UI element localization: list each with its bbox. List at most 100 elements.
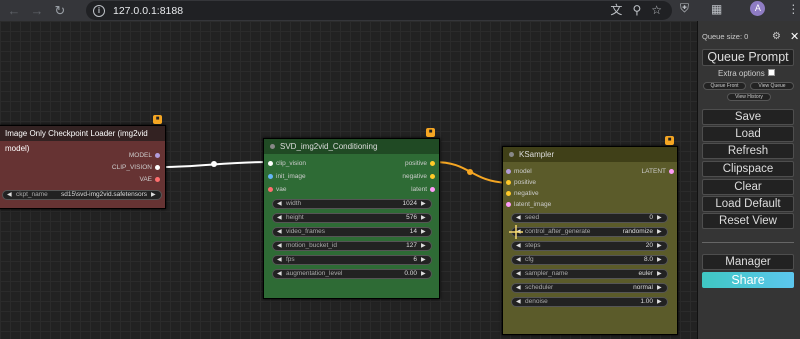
motion-bucket-id-widget[interactable]: ◀ motion_bucket_id 127 ▶ bbox=[272, 241, 432, 251]
output-port-icon[interactable] bbox=[430, 173, 435, 179]
refresh-button[interactable]: Refresh bbox=[702, 143, 794, 159]
queue-front-button[interactable]: Queue Front bbox=[703, 82, 746, 90]
arrow-left-icon[interactable]: ◀ bbox=[516, 256, 522, 264]
node-badge-icon[interactable]: ■ bbox=[665, 136, 674, 145]
output-clip-vision[interactable]: CLIP_VISION bbox=[112, 164, 160, 171]
close-icon[interactable]: ✕ bbox=[790, 30, 799, 43]
arrow-right-icon[interactable]: ▶ bbox=[421, 228, 427, 236]
arrow-left-icon[interactable]: ◀ bbox=[277, 214, 283, 222]
ksampler-node[interactable]: ■ KSampler model positive negative laten… bbox=[502, 136, 678, 335]
arrow-left-icon[interactable]: ◀ bbox=[516, 298, 522, 306]
arrow-right-icon[interactable]: ▶ bbox=[657, 228, 663, 236]
extra-options-checkbox[interactable] bbox=[767, 69, 775, 76]
zoom-icon[interactable]: ⚲ bbox=[632, 3, 641, 18]
arrow-right-icon[interactable]: ▶ bbox=[657, 284, 663, 292]
clear-button[interactable]: Clear bbox=[702, 179, 794, 195]
input-vae[interactable]: vae bbox=[268, 186, 286, 193]
extra-options[interactable]: Extra options bbox=[718, 69, 775, 78]
queue-prompt-button[interactable]: Queue Prompt bbox=[702, 49, 794, 66]
input-positive[interactable]: positive bbox=[506, 179, 536, 186]
output-latent[interactable]: latent bbox=[411, 186, 435, 193]
input-port-icon[interactable] bbox=[268, 160, 273, 166]
ckpt-name-combo[interactable]: ◀ ckpt_name sd15\svd-img2vid.safetensors… bbox=[2, 190, 162, 200]
avatar[interactable]: A bbox=[750, 1, 766, 16]
url-text[interactable]: 127.0.0.1:8188 bbox=[113, 5, 183, 17]
clipspace-button[interactable]: Clipspace bbox=[702, 161, 794, 177]
arrow-right-icon[interactable]: ▶ bbox=[657, 256, 663, 264]
arrow-left-icon[interactable]: ◀ bbox=[277, 242, 283, 250]
input-port-icon[interactable] bbox=[506, 190, 511, 196]
load-button[interactable]: Load bbox=[702, 126, 794, 142]
width-widget[interactable]: ◀ width 1024 ▶ bbox=[272, 199, 432, 209]
arrow-left-icon[interactable]: ◀ bbox=[516, 284, 522, 292]
input-model[interactable]: model bbox=[506, 168, 532, 175]
arrow-left-icon[interactable]: ◀ bbox=[277, 270, 283, 278]
input-port-icon[interactable] bbox=[506, 179, 511, 185]
arrow-left-icon[interactable]: ◀ bbox=[516, 214, 522, 222]
arrow-left-icon[interactable]: ◀ bbox=[277, 228, 283, 236]
address-bar[interactable]: i 127.0.0.1:8188 文 ⚲ ☆ bbox=[86, 1, 672, 20]
input-clip-vision[interactable]: clip_vision bbox=[268, 160, 306, 167]
share-button[interactable]: Share bbox=[702, 272, 794, 288]
output-port-icon[interactable] bbox=[430, 160, 435, 166]
input-negative[interactable]: negative bbox=[506, 190, 539, 197]
steps-widget[interactable]: ◀ steps 20 ▶ bbox=[511, 241, 668, 251]
input-port-icon[interactable] bbox=[506, 168, 511, 174]
shield-icon[interactable]: ⛨ bbox=[680, 1, 689, 16]
output-positive[interactable]: positive bbox=[405, 160, 435, 167]
input-latent-image[interactable]: latent_image bbox=[506, 201, 551, 208]
arrow-right-icon[interactable]: ▶ bbox=[421, 242, 427, 250]
node-badge-icon[interactable]: ■ bbox=[153, 115, 162, 124]
video-frames-widget[interactable]: ◀ video_frames 14 ▶ bbox=[272, 227, 432, 237]
checkpoint-loader-node[interactable]: ■ Image Only Checkpoint Loader (img2vid … bbox=[0, 115, 166, 209]
output-port-icon[interactable] bbox=[155, 176, 160, 182]
augmentation-level-widget[interactable]: ◀ augmentation_level 0.00 ▶ bbox=[272, 269, 432, 279]
output-vae[interactable]: VAE bbox=[139, 176, 160, 183]
back-icon[interactable]: ← bbox=[5, 2, 23, 20]
seed-widget[interactable]: ◀ seed 0 ▶ bbox=[511, 213, 668, 223]
arrow-right-icon[interactable]: ▶ bbox=[421, 256, 427, 264]
arrow-left-icon[interactable]: ◀ bbox=[516, 242, 522, 250]
arrow-right-icon[interactable]: ▶ bbox=[657, 270, 663, 278]
output-model[interactable]: MODEL bbox=[129, 152, 160, 159]
graph-canvas[interactable]: ■ Image Only Checkpoint Loader (img2vid … bbox=[0, 21, 697, 339]
input-port-icon[interactable] bbox=[506, 201, 511, 207]
view-queue-button[interactable]: View Queue bbox=[750, 82, 794, 90]
load-default-button[interactable]: Load Default bbox=[702, 196, 794, 212]
kebab-menu-icon[interactable]: ⋮ bbox=[787, 2, 799, 16]
arrow-left-icon[interactable]: ◀ bbox=[277, 256, 283, 264]
arrow-right-icon[interactable]: ▶ bbox=[657, 298, 663, 306]
translate-icon[interactable]: 文 bbox=[610, 3, 622, 18]
arrow-left-icon[interactable]: ◀ bbox=[277, 200, 283, 208]
star-icon[interactable]: ☆ bbox=[651, 3, 662, 18]
arrow-right-icon[interactable]: ▶ bbox=[421, 214, 427, 222]
gear-icon[interactable]: ⚙ bbox=[772, 31, 781, 42]
reload-icon[interactable]: ↻ bbox=[51, 2, 69, 20]
output-port-icon[interactable] bbox=[155, 152, 160, 158]
arrow-right-icon[interactable]: ▶ bbox=[421, 270, 427, 278]
arrow-right-icon[interactable]: ▶ bbox=[151, 191, 157, 199]
save-button[interactable]: Save bbox=[702, 109, 794, 125]
output-latent[interactable]: LATENT bbox=[642, 168, 674, 175]
reset-view-button[interactable]: Reset View bbox=[702, 213, 794, 229]
cfg-widget[interactable]: ◀ cfg 8.0 ▶ bbox=[511, 255, 668, 265]
arrow-left-icon[interactable]: ◀ bbox=[516, 270, 522, 278]
arrow-left-icon[interactable]: ◀ bbox=[7, 191, 13, 199]
node-badge-icon[interactable]: ■ bbox=[426, 128, 435, 137]
info-icon[interactable]: i bbox=[93, 4, 105, 17]
output-port-icon[interactable] bbox=[430, 186, 435, 192]
control-after-generate-widget[interactable]: ◀control_after_generaterandomize▶ bbox=[511, 227, 668, 237]
arrow-right-icon[interactable]: ▶ bbox=[421, 200, 427, 208]
forward-icon[interactable]: → bbox=[28, 2, 46, 20]
output-port-icon[interactable] bbox=[155, 164, 160, 170]
manager-button[interactable]: Manager bbox=[702, 254, 794, 270]
height-widget[interactable]: ◀ height 576 ▶ bbox=[272, 213, 432, 223]
input-init-image[interactable]: init_image bbox=[268, 173, 306, 180]
denoise-widget[interactable]: ◀ denoise 1.00 ▶ bbox=[511, 297, 668, 307]
arrow-right-icon[interactable]: ▶ bbox=[657, 214, 663, 222]
output-port-icon[interactable] bbox=[669, 168, 674, 174]
input-port-icon[interactable] bbox=[268, 186, 273, 192]
scheduler-widget[interactable]: ◀ scheduler normal ▶ bbox=[511, 283, 668, 293]
output-negative[interactable]: negative bbox=[402, 173, 435, 180]
arrow-right-icon[interactable]: ▶ bbox=[657, 242, 663, 250]
